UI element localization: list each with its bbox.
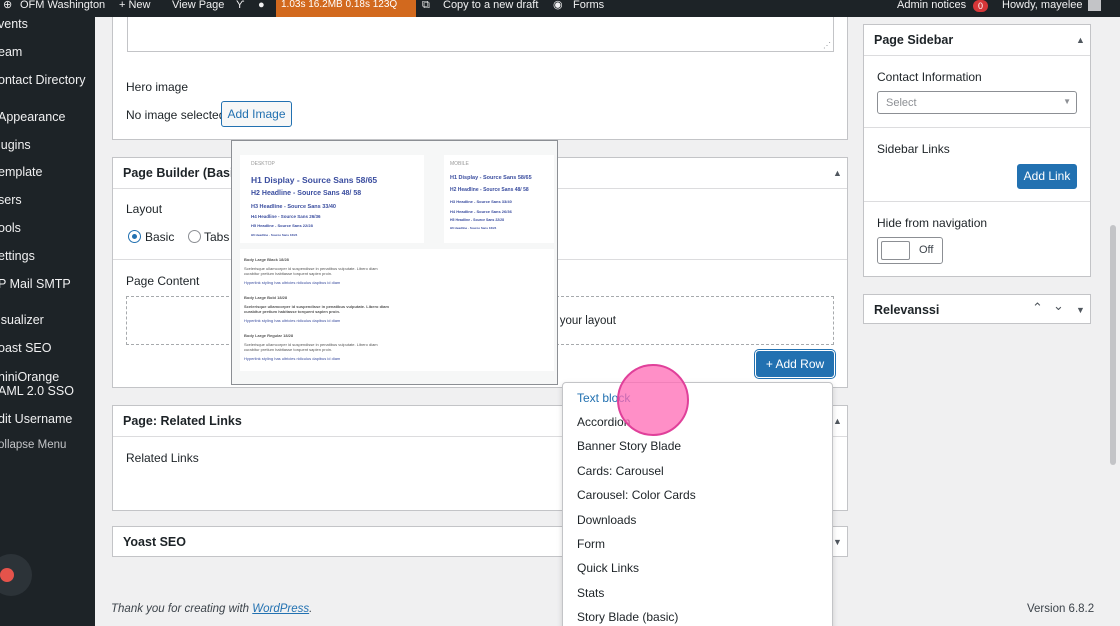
page-content-label: Page Content [126, 274, 200, 288]
sidebar-item-plugins[interactable]: lugins [0, 138, 31, 152]
preview-body-text: Body Large Black 18/28 Scelerisque ullam… [240, 249, 554, 371]
collapse-up-icon[interactable]: ▲ [833, 416, 842, 426]
site-name-link[interactable]: OFM Washington [20, 0, 105, 17]
contact-select-placeholder: Select [886, 97, 917, 109]
add-link-button[interactable]: Add Link [1017, 164, 1077, 189]
cursor-highlight [617, 364, 689, 436]
contact-information-label: Contact Information [877, 70, 982, 84]
expand-down-icon[interactable]: ▼ [1076, 305, 1085, 315]
sidebar-item-collapse-menu[interactable]: ollapse Menu [0, 439, 66, 451]
sidebar-item-edit-username[interactable]: dit Username [0, 412, 72, 426]
avatar[interactable] [1088, 0, 1101, 11]
admin-bar: ⊕ OFM Washington + New View Page Ƴ ● 1.0… [0, 0, 1120, 17]
dropdown-option-carousel-color-cards[interactable]: Carousel: Color Cards [577, 488, 696, 502]
add-image-button[interactable]: Add Image [221, 101, 292, 127]
sidebar-item-miniorange[interactable]: niniOrange [0, 370, 59, 384]
sidebar-item-saml-sso[interactable]: AML 2.0 SSO [0, 384, 74, 398]
preview-mobile-column: MOBILE H1 Display - Source Sans 58/65 H2… [444, 155, 554, 243]
yoast-icon[interactable]: Ƴ [236, 0, 245, 17]
sidebar-item-contact-directory[interactable]: ontact Directory [0, 73, 86, 87]
layout-tabs-label[interactable]: Tabs [204, 230, 229, 244]
sidebar-item-wp-mail-smtp[interactable]: P Mail SMTP [0, 277, 71, 291]
admin-notices-link[interactable]: Admin notices [897, 0, 966, 17]
toggle-state-label: Off [919, 244, 934, 256]
collapse-up-icon[interactable]: ▲ [833, 168, 842, 178]
sidebar-item-settings[interactable]: ettings [0, 249, 35, 263]
yoast-seo-title[interactable]: Yoast SEO [123, 535, 186, 549]
layout-basic-radio[interactable] [128, 230, 141, 243]
select-chevron-down-icon: ▼ [1063, 97, 1071, 106]
recording-indicator[interactable] [0, 554, 32, 596]
forms-icon: ◉ [553, 0, 563, 11]
sidebar-item-team[interactable]: eam [0, 45, 22, 59]
new-content-link[interactable]: + New [119, 0, 151, 17]
footer-thanks: Thank you for creating with WordPress. [111, 603, 313, 615]
hero-image-label: Hero image [126, 80, 189, 94]
wp-version: Version 6.8.2 [1027, 603, 1095, 615]
sidebar-links-label: Sidebar Links [877, 142, 950, 156]
move-up-icon[interactable]: ⌃ [1032, 300, 1043, 316]
layout-label: Layout [126, 202, 163, 216]
hide-from-navigation-label: Hide from navigation [877, 216, 988, 230]
copy-draft-link[interactable]: Copy to a new draft [443, 0, 538, 17]
sidebar-item-events[interactable]: vents [0, 17, 28, 31]
admin-sidebar: vents eam ontact Directory Appearance lu… [0, 17, 95, 626]
notice-count-badge: 0 [973, 0, 989, 17]
block-preview-popup: DESKTOP H1 Display - Source Sans 58/65 H… [231, 140, 558, 385]
related-links-title[interactable]: Page: Related Links [123, 414, 242, 428]
relevanssi-panel: Relevanssi ⌃ ⌄ ▼ [863, 294, 1091, 324]
sidebar-item-tools[interactable]: ools [0, 221, 21, 235]
hide-navigation-toggle[interactable]: Off [877, 237, 943, 264]
layout-basic-label[interactable]: Basic [145, 230, 174, 244]
toggle-knob [881, 241, 910, 260]
sidebar-item-users[interactable]: sers [0, 193, 22, 207]
dropdown-option-stats[interactable]: Stats [577, 586, 604, 600]
preview-desktop-column: DESKTOP H1 Display - Source Sans 58/65 H… [240, 155, 424, 243]
move-down-icon[interactable]: ⌄ [1053, 298, 1064, 314]
textarea-bottom[interactable]: ⋰ [127, 17, 834, 52]
dropdown-option-cards-carousel[interactable]: Cards: Carousel [577, 464, 664, 478]
page-sidebar-title[interactable]: Page Sidebar [874, 33, 953, 47]
sidebar-item-template[interactable]: emplate [0, 165, 42, 179]
contact-select[interactable]: Select ▼ [877, 91, 1077, 114]
expand-down-icon[interactable]: ▼ [833, 537, 842, 547]
dropdown-option-story-blade-basic[interactable]: Story Blade (basic) [577, 610, 678, 624]
status-dot-icon[interactable]: ● [258, 0, 265, 17]
forms-link[interactable]: Forms [573, 0, 604, 17]
sidebar-item-visualizer[interactable]: isualizer [0, 313, 44, 327]
dropdown-option-quick-links[interactable]: Quick Links [577, 561, 639, 575]
dropdown-option-form[interactable]: Form [577, 537, 605, 551]
add-row-dropdown: Text block Accordion Banner Story Blade … [562, 382, 833, 626]
sidebar-item-yoast-seo[interactable]: oast SEO [0, 341, 52, 355]
wordpress-logo-icon[interactable]: ⊕ [3, 0, 12, 17]
hero-image-status: No image selected [126, 108, 226, 122]
page-builder-title[interactable]: Page Builder (Basic [123, 166, 240, 180]
relevanssi-title[interactable]: Relevanssi [874, 303, 939, 317]
related-links-label: Related Links [126, 451, 199, 465]
howdy-user-link[interactable]: Howdy, mayelee [1002, 0, 1083, 17]
resize-handle-icon[interactable]: ⋰ [823, 41, 831, 50]
page-scrollbar[interactable] [1110, 225, 1116, 465]
page-sidebar-panel: Page Sidebar ▲ Contact Information Selec… [863, 24, 1091, 277]
copy-icon: ⧉ [422, 0, 430, 11]
query-monitor-stats[interactable]: 1.03s 16.2MB 0.18s 123Q [276, 0, 416, 17]
view-page-link[interactable]: View Page [172, 0, 224, 17]
dropdown-option-downloads[interactable]: Downloads [577, 513, 636, 527]
record-dot-icon [0, 568, 14, 582]
add-row-button[interactable]: + Add Row [756, 351, 834, 377]
dropdown-option-banner-story-blade[interactable]: Banner Story Blade [577, 439, 681, 453]
hero-panel: ⋰ Hero image No image selected Add Image [112, 17, 848, 140]
layout-tabs-radio[interactable] [188, 230, 201, 243]
collapse-up-icon[interactable]: ▲ [1076, 35, 1085, 45]
sidebar-item-appearance[interactable]: Appearance [0, 110, 65, 124]
wordpress-link[interactable]: WordPress [252, 603, 309, 615]
